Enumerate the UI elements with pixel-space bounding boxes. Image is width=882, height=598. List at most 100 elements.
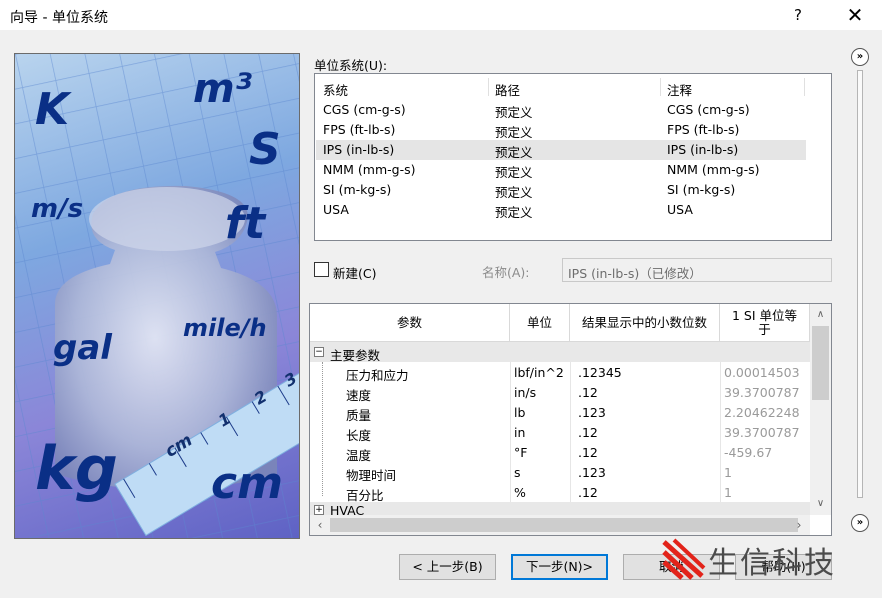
item-note: FPS (ft-lb-s) [667,122,740,137]
item-path: 预定义 [495,105,533,120]
row-si: 0.00014503 [724,365,800,380]
unit-word-mileh: mile/h [183,314,267,342]
col-unit[interactable]: 单位 [510,304,570,342]
close-icon[interactable]: ✕ [843,4,867,26]
table-row[interactable]: 速度 in/s .12 39.3700787 [310,382,810,403]
table-row[interactable]: 压力和应力 lbf/in^2 .12345 0.00014503 [310,362,810,383]
unit-word-kg: kg [35,434,118,504]
expand-bottom-icon[interactable]: » [851,514,869,532]
unit-system-list[interactable]: 系统 路径 注释 CGS (cm-g-s) 预定义 CGS (cm-g-s) F… [314,73,832,241]
row-si: 2.20462248 [724,405,800,420]
col-path[interactable]: 路径 [495,80,520,99]
new-checkbox-label[interactable]: 新建(C) [333,263,376,282]
row-unit: s [514,465,521,480]
item-system: USA [323,202,349,217]
side-splitter[interactable] [857,70,863,498]
unit-word-ft: ft [225,198,266,249]
help-icon[interactable]: ? [786,4,810,26]
col-note[interactable]: 注释 [667,80,692,99]
unit-word-gal: gal [53,328,112,368]
col-divider [660,78,661,96]
scroll-up-icon[interactable]: ∧ [810,306,831,324]
back-button[interactable]: < 上一步(B) [399,554,496,580]
col-decimals[interactable]: 结果显示中的小数位数 [570,304,720,342]
col-parameter[interactable]: 参数 [310,304,510,342]
wizard-window: 向导 - 单位系统 ? ✕ K m³ S m/s ft mile/h gal k… [0,0,882,598]
row-unit: in/s [514,385,537,400]
next-button[interactable]: 下一步(N)> [511,554,608,580]
watermark: 生信科技 [662,536,872,586]
list-header: 系统 路径 注释 [316,74,806,98]
row-decimals[interactable]: .123 [578,405,606,420]
row-decimals[interactable]: .12 [578,425,598,440]
collapse-icon[interactable]: − [314,347,324,357]
table-row[interactable]: 质量 lb .123 2.20462248 [310,402,810,423]
table-row[interactable]: 百分比 % .12 1 [310,482,810,503]
row-si: 39.3700787 [724,425,800,440]
scroll-thumb[interactable] [330,518,798,532]
unit-illustration: K m³ S m/s ft mile/h gal kg cm cm 1 2 3 [14,53,300,539]
item-system: CGS (cm-g-s) [323,102,406,117]
row-unit: in [514,425,526,440]
col-decimals-label: 结果显示中的小数位数 [581,314,707,330]
row-decimals[interactable]: .12 [578,485,598,500]
list-item-selected[interactable]: IPS (in-lb-s) 预定义 IPS (in-lb-s) [316,140,806,160]
group-row-main[interactable]: − 主要参数 [310,342,810,363]
group-row-hvac[interactable]: + HVAC [310,502,810,515]
item-path: 预定义 [495,125,533,140]
unit-system-label: 单位系统(U): [314,58,388,73]
row-si: 1 [724,465,732,480]
item-note: NMM (mm-g-s) [667,162,760,177]
table-row[interactable]: 长度 in .12 39.3700787 [310,422,810,443]
row-decimals[interactable]: .12345 [578,365,622,380]
list-item[interactable]: NMM (mm-g-s) 预定义 NMM (mm-g-s) [316,160,806,180]
item-path: 预定义 [495,185,533,200]
col-si[interactable]: 1 SI 单位等于 [720,304,810,342]
scroll-left-icon[interactable]: ‹ [311,515,329,535]
row-decimals[interactable]: .12 [578,385,598,400]
new-checkbox[interactable] [314,262,329,277]
expand-icon[interactable]: + [314,505,324,515]
table-row[interactable]: 物理时间 s .123 1 [310,462,810,483]
grid-horizontal-scrollbar[interactable]: ‹ › [310,515,810,535]
row-unit: lb [514,405,526,420]
list-item[interactable]: USA 预定义 USA [316,200,806,220]
col-si-label: 1 SI 单位等于 [731,307,798,337]
watermark-text: 生信科技 [708,546,836,581]
window-title: 向导 - 单位系统 [10,10,108,26]
parameter-grid[interactable]: 参数 单位 结果显示中的小数位数 1 SI 单位等于 − 主要参数 压力和应力 … [309,303,832,536]
title-bar: 向导 - 单位系统 ? ✕ [0,0,882,30]
unit-word-m3: m³ [193,66,253,112]
row-decimals[interactable]: .123 [578,465,606,480]
item-note: USA [667,202,693,217]
name-label: 名称(A): [482,265,530,280]
item-path: 预定义 [495,205,533,220]
item-path: 预定义 [495,165,533,180]
name-field[interactable]: IPS (in-lb-s)（已修改） [562,258,832,282]
table-row[interactable]: 温度 °F .12 -459.67 [310,442,810,463]
scroll-right-icon[interactable]: › [790,515,808,535]
row-unit: % [514,485,526,500]
unit-word-s: S [249,124,281,175]
row-unit: lbf/in^2 [514,365,564,380]
scroll-thumb[interactable] [812,326,829,400]
item-path: 预定义 [495,145,533,160]
item-system: NMM (mm-g-s) [323,162,416,177]
list-item[interactable]: CGS (cm-g-s) 预定义 CGS (cm-g-s) [316,100,806,120]
col-divider [488,78,489,96]
unit-word-k: K [35,84,70,135]
row-decimals[interactable]: .12 [578,445,598,460]
list-item[interactable]: SI (m-kg-s) 预定义 SI (m-kg-s) [316,180,806,200]
expand-top-icon[interactable]: » [851,48,869,66]
list-item[interactable]: FPS (ft-lb-s) 预定义 FPS (ft-lb-s) [316,120,806,140]
row-si: 39.3700787 [724,385,800,400]
watermark-logo-icon [662,538,706,580]
row-si: 1 [724,485,732,500]
item-note: SI (m-kg-s) [667,182,736,197]
item-system: IPS (in-lb-s) [323,142,395,157]
scroll-down-icon[interactable]: ∨ [810,495,831,513]
group-label: HVAC [330,503,365,515]
col-system[interactable]: 系统 [323,80,348,99]
item-system: SI (m-kg-s) [323,182,392,197]
grid-vertical-scrollbar[interactable]: ∧ ∨ [810,304,831,515]
